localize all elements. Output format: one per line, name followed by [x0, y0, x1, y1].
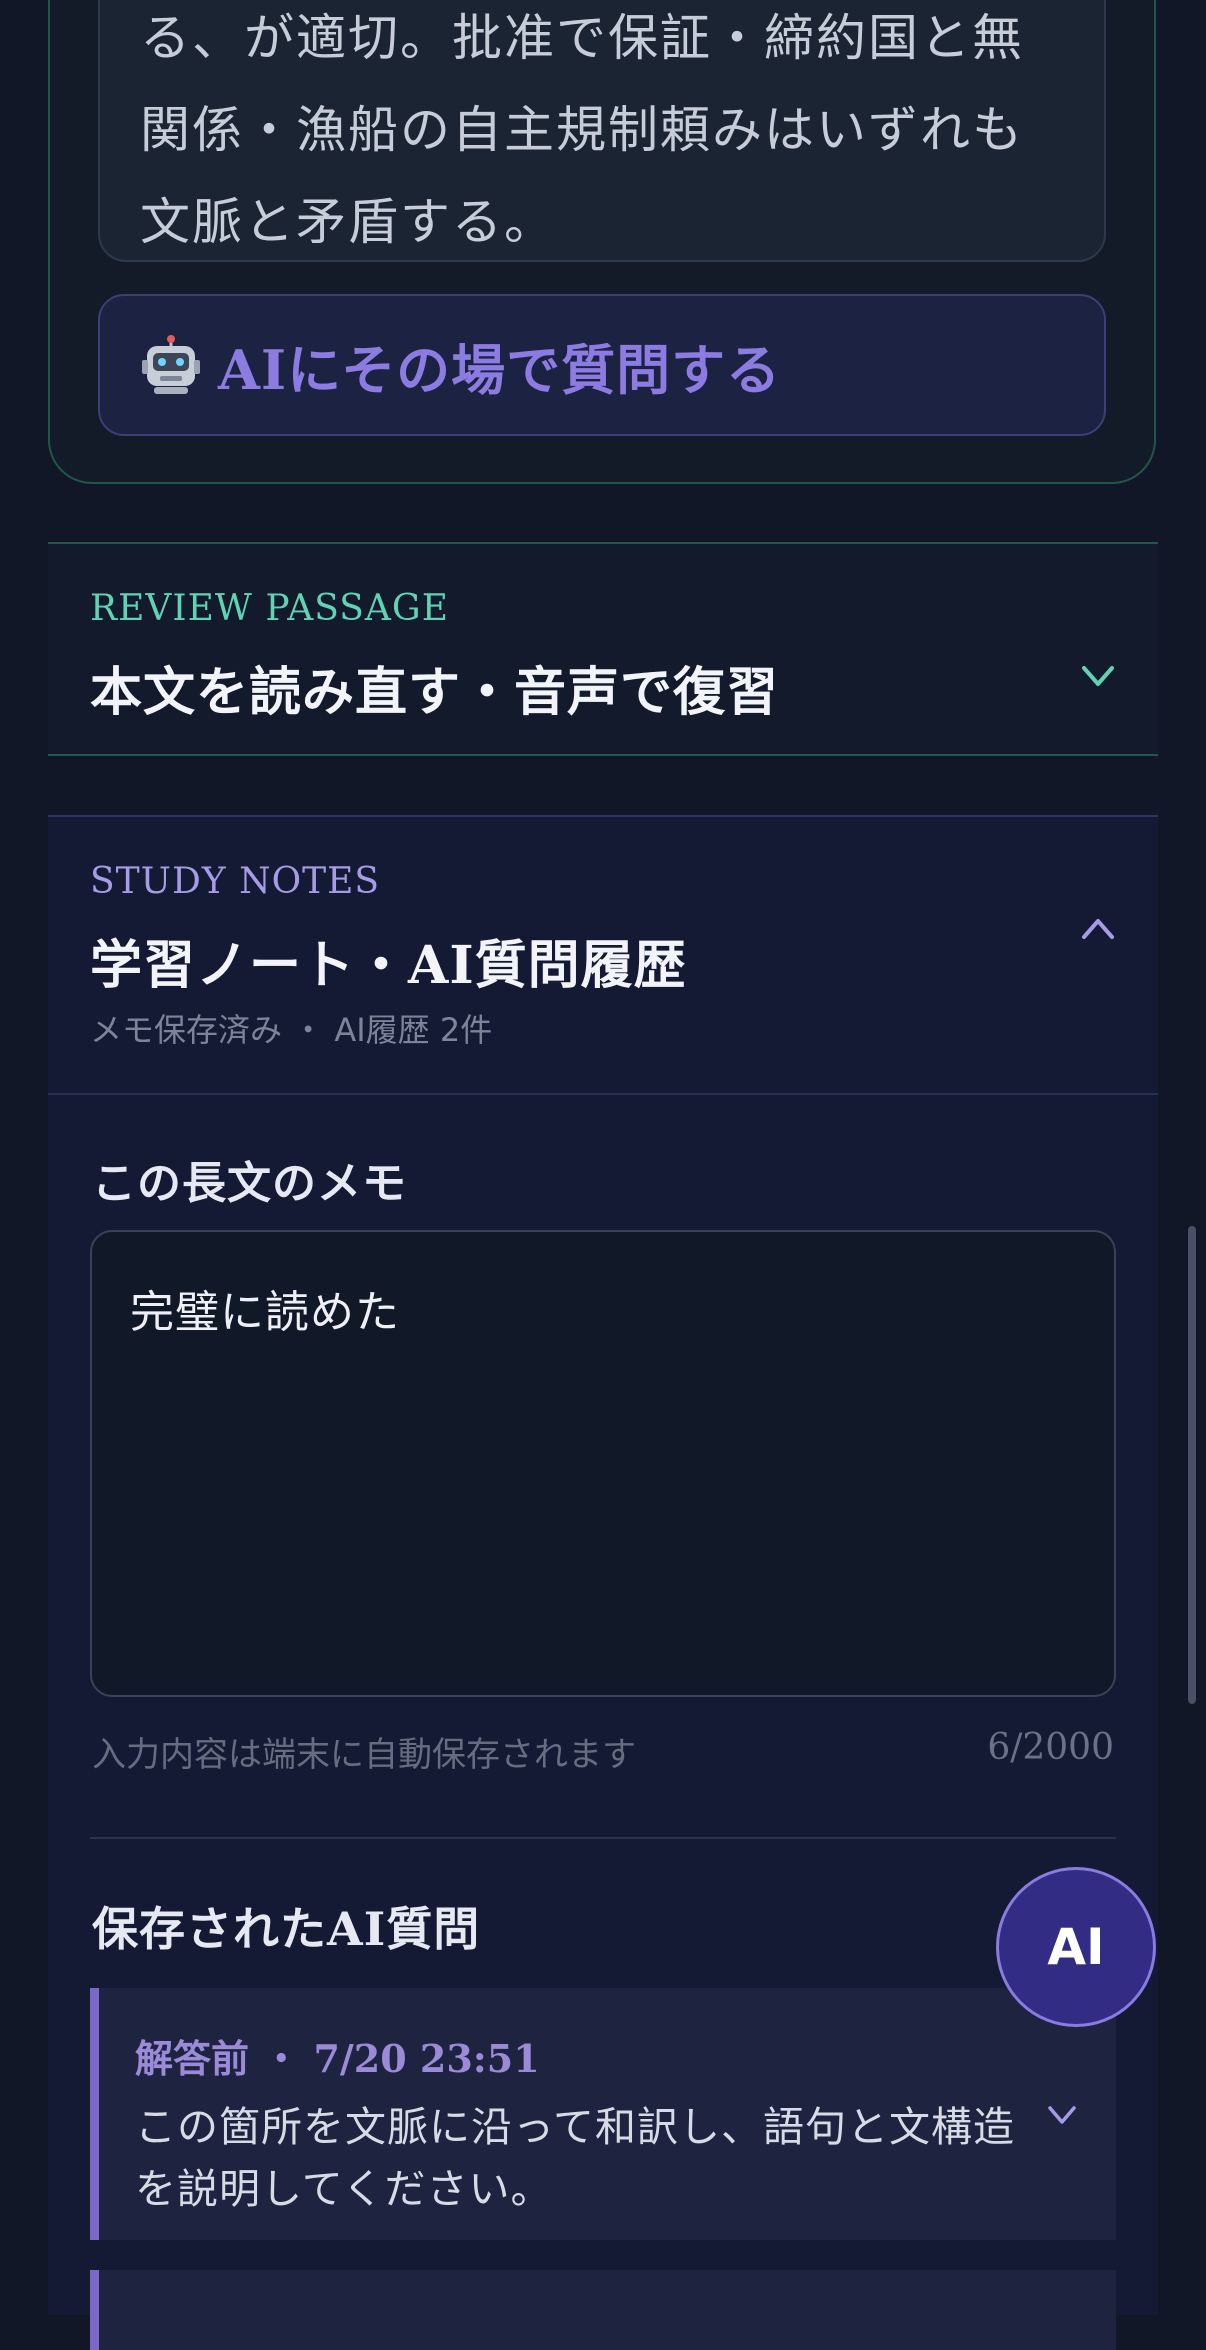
divider: [90, 1837, 1116, 1839]
study-notes-section: STUDY NOTES 学習ノート・AI質問履歴 メモ保存済み ・ AI履歴 2…: [48, 815, 1158, 2350]
memo-autosave-hint: 入力内容は端末に自動保存されます: [92, 1735, 636, 1775]
explanation-text: る、が適切。批准で保証・締約国と無 関係・漁船の自主規制頼みはいずれも 文脈と矛…: [140, 9, 1024, 251]
review-title: 本文を読み直す・音声で復習: [90, 662, 780, 723]
saved-question-item[interactable]: [90, 2270, 1116, 2350]
explanation-box: る、が適切。批准で保証・締約国と無 関係・漁船の自主規制頼みはいずれも 文脈と矛…: [98, 0, 1106, 262]
study-notes-header[interactable]: STUDY NOTES 学習ノート・AI質問履歴 メモ保存済み ・ AI履歴 2…: [48, 817, 1158, 1095]
robot-icon: [140, 334, 202, 396]
saved-questions-heading: 保存されたAI質問: [92, 1902, 481, 1956]
saved-question-item[interactable]: 解答前 ・ 7/20 23:51 この箇所を文脈に沿って和訳し、語句と文構造を説…: [90, 1988, 1116, 2240]
ask-ai-label: AIにその場で質問する: [218, 337, 782, 402]
chevron-down-icon[interactable]: [1044, 2096, 1080, 2132]
chevron-up-icon[interactable]: [1078, 909, 1118, 949]
question-text: この箇所を文脈に沿って和訳し、語句と文構造を説明してください。: [135, 2103, 1015, 2213]
ai-floating-button[interactable]: AI: [996, 1867, 1156, 2027]
memo-textarea[interactable]: [90, 1230, 1116, 1697]
notes-title: 学習ノート・AI質問履歴: [90, 935, 687, 996]
ask-ai-button[interactable]: AIにその場で質問する: [98, 294, 1106, 436]
review-kicker: REVIEW PASSAGE: [90, 588, 449, 629]
question-meta: 解答前 ・ 7/20 23:51: [135, 2036, 540, 2081]
notes-status-meta: メモ保存済み ・ AI履歴 2件: [90, 1011, 493, 1049]
scrollbar-thumb[interactable]: [1188, 1226, 1196, 1704]
chevron-down-icon[interactable]: [1078, 656, 1118, 696]
notes-kicker: STUDY NOTES: [90, 861, 381, 902]
memo-heading: この長文のメモ: [92, 1158, 407, 1209]
review-passage-accordion[interactable]: REVIEW PASSAGE 本文を読み直す・音声で復習: [48, 542, 1158, 756]
memo-char-count: 6/2000: [987, 1727, 1114, 1768]
